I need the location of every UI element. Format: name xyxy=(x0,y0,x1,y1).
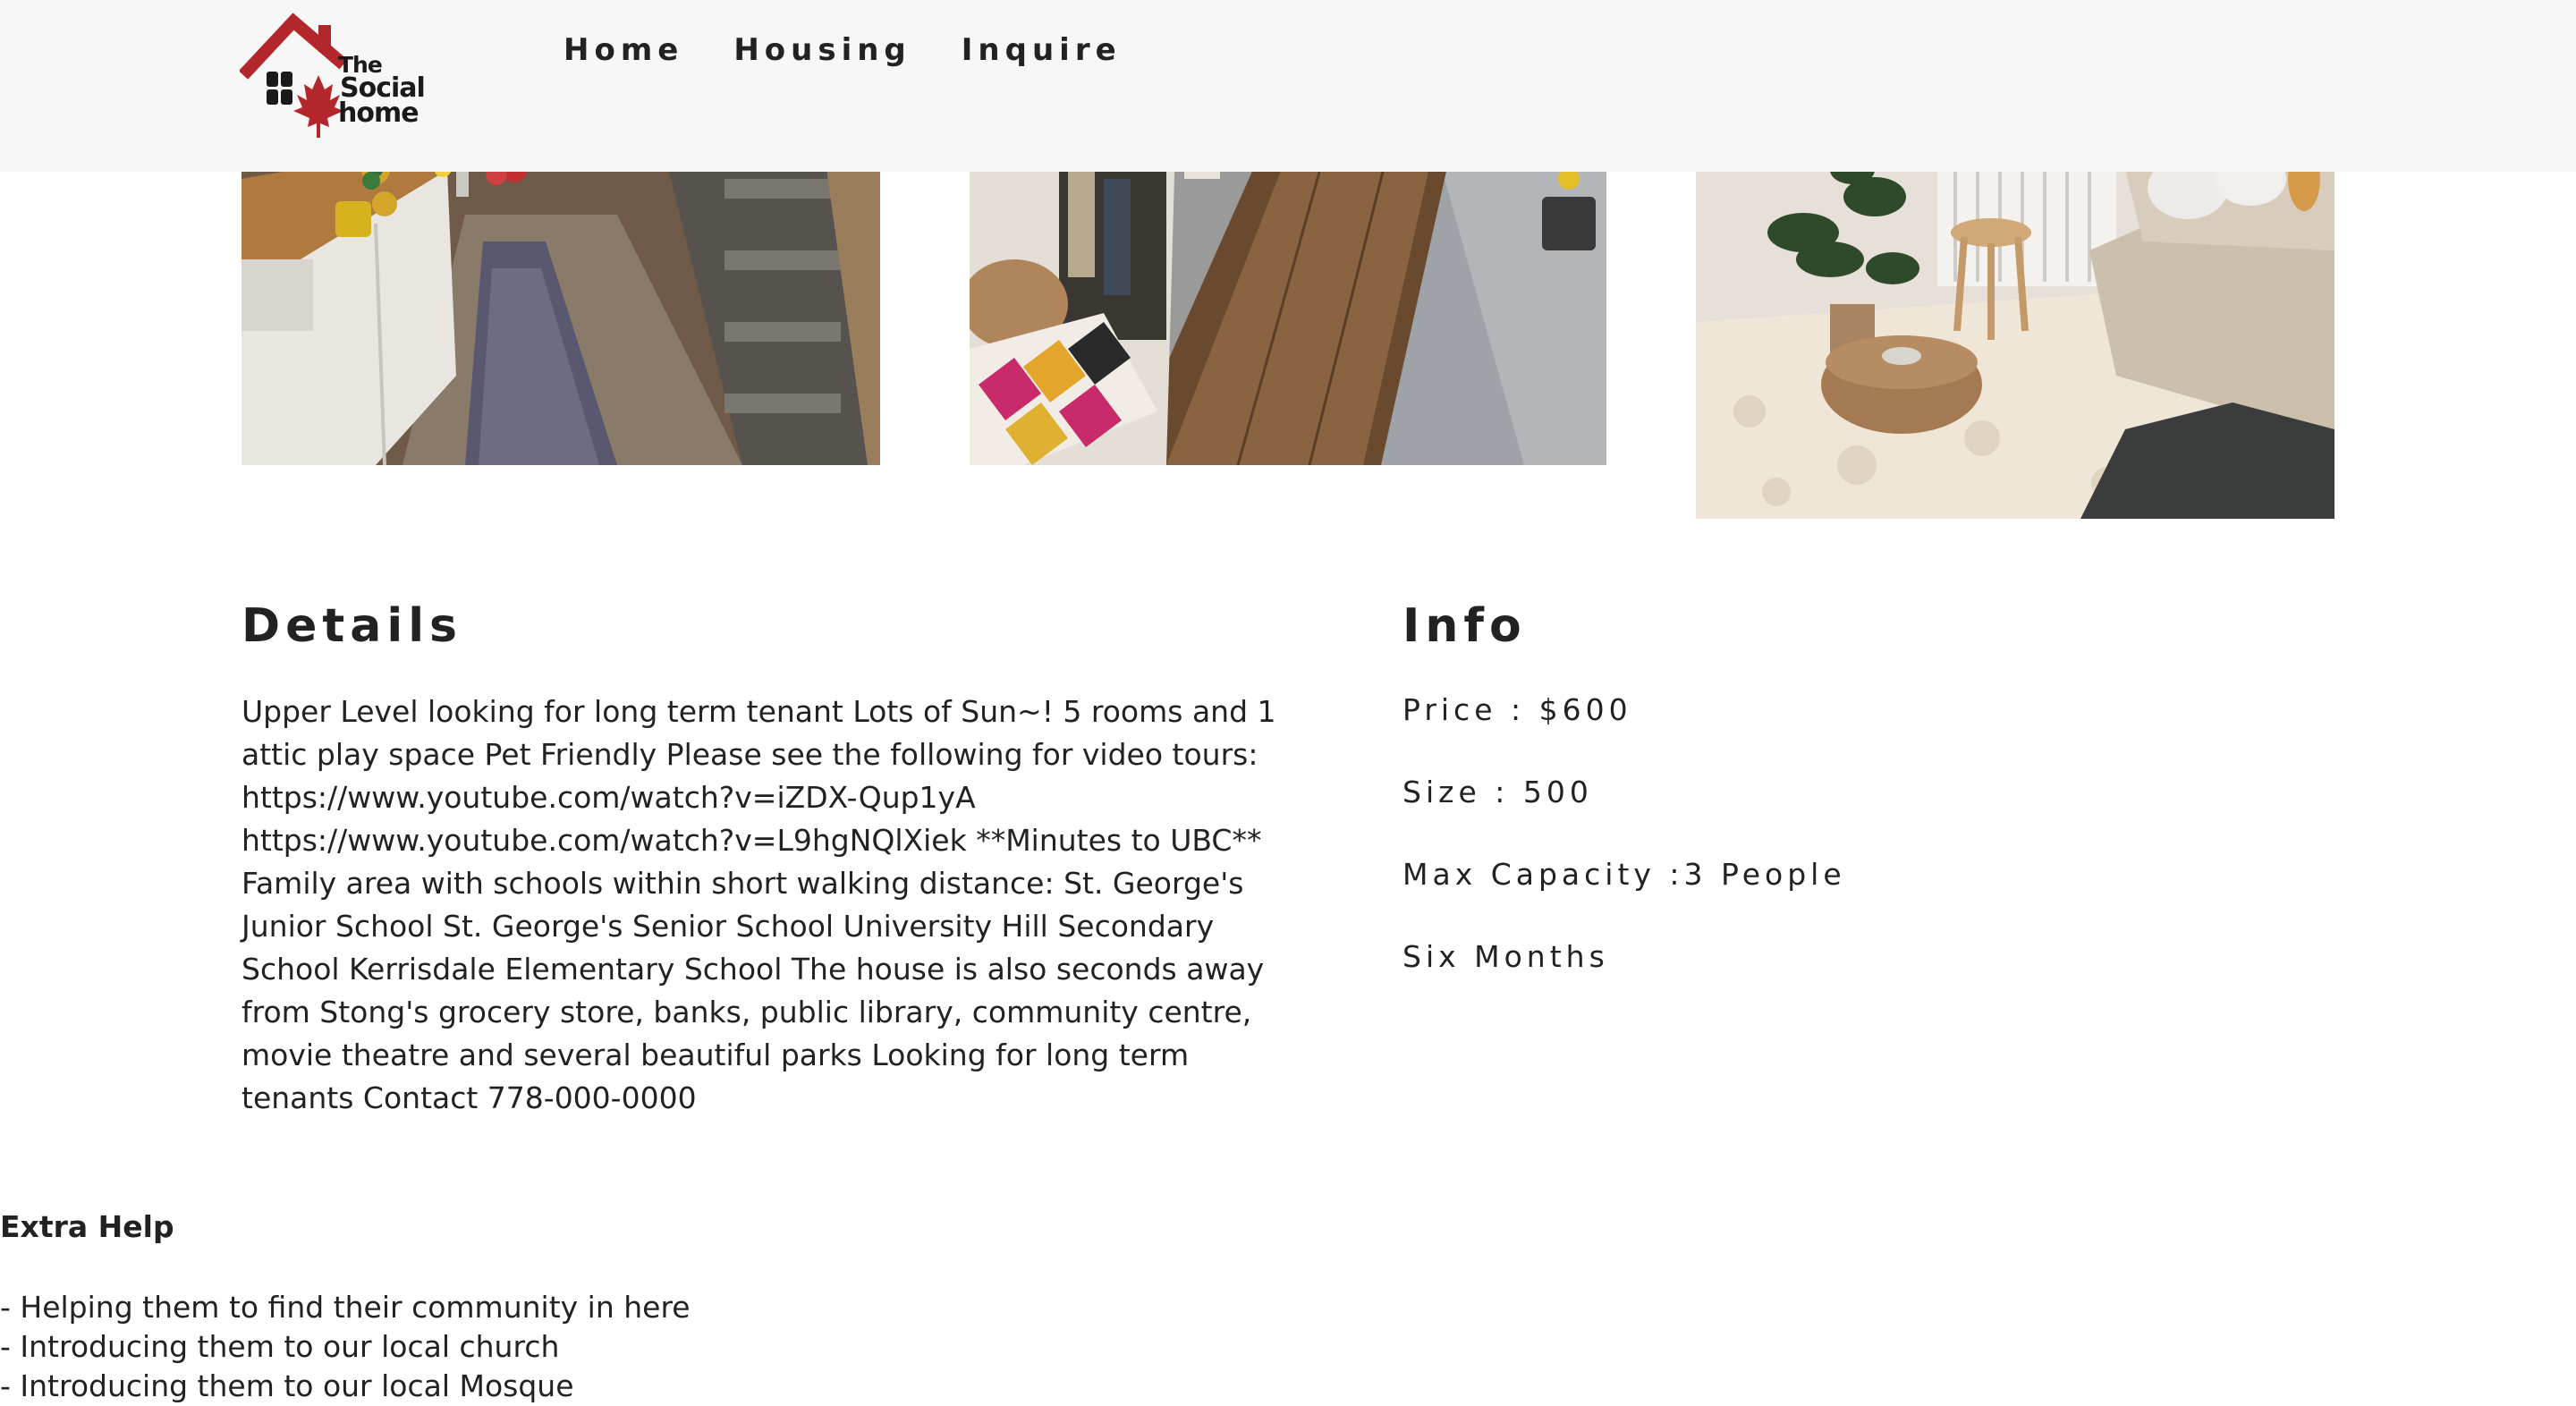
logo-text-home: home xyxy=(338,97,419,129)
list-item: - Introducing them to our local Mosque xyxy=(0,1368,574,1403)
gallery-photo-living-room[interactable] xyxy=(1696,143,2334,519)
extra-help-list: - Helping them to find their community i… xyxy=(0,1288,691,1406)
kitchen-photo-image xyxy=(242,143,880,465)
info-size: Size : 500 xyxy=(1402,775,1593,809)
nav-link-inquire[interactable]: Inquire xyxy=(962,32,1122,68)
living-room-photo-image xyxy=(1696,143,2334,519)
info-heading: Info xyxy=(1402,599,1527,653)
site-logo[interactable]: The Social home xyxy=(240,13,429,145)
info-term: Six Months xyxy=(1402,939,1609,974)
nav-link-home[interactable]: Home xyxy=(564,32,683,68)
list-item: - Helping them to find their community i… xyxy=(0,1290,691,1325)
info-capacity: Max Capacity :3 People xyxy=(1402,857,1846,892)
gallery-photo-kitchen[interactable] xyxy=(242,143,880,465)
gallery-photo-hallway[interactable] xyxy=(970,143,1606,465)
details-description: Upper Level looking for long term tenant… xyxy=(242,694,1276,1115)
main-nav: Home Housing Inquire xyxy=(564,32,1172,68)
hallway-photo-image xyxy=(970,143,1606,465)
nav-link-housing[interactable]: Housing xyxy=(733,32,911,68)
details-heading: Details xyxy=(242,599,462,653)
list-item: - Introducing them to our local church xyxy=(0,1329,560,1364)
extra-help-heading: Extra Help xyxy=(0,1209,174,1244)
info-price: Price : $600 xyxy=(1402,692,1632,727)
site-header: The Social home Home Housing Inquire xyxy=(0,0,2576,172)
